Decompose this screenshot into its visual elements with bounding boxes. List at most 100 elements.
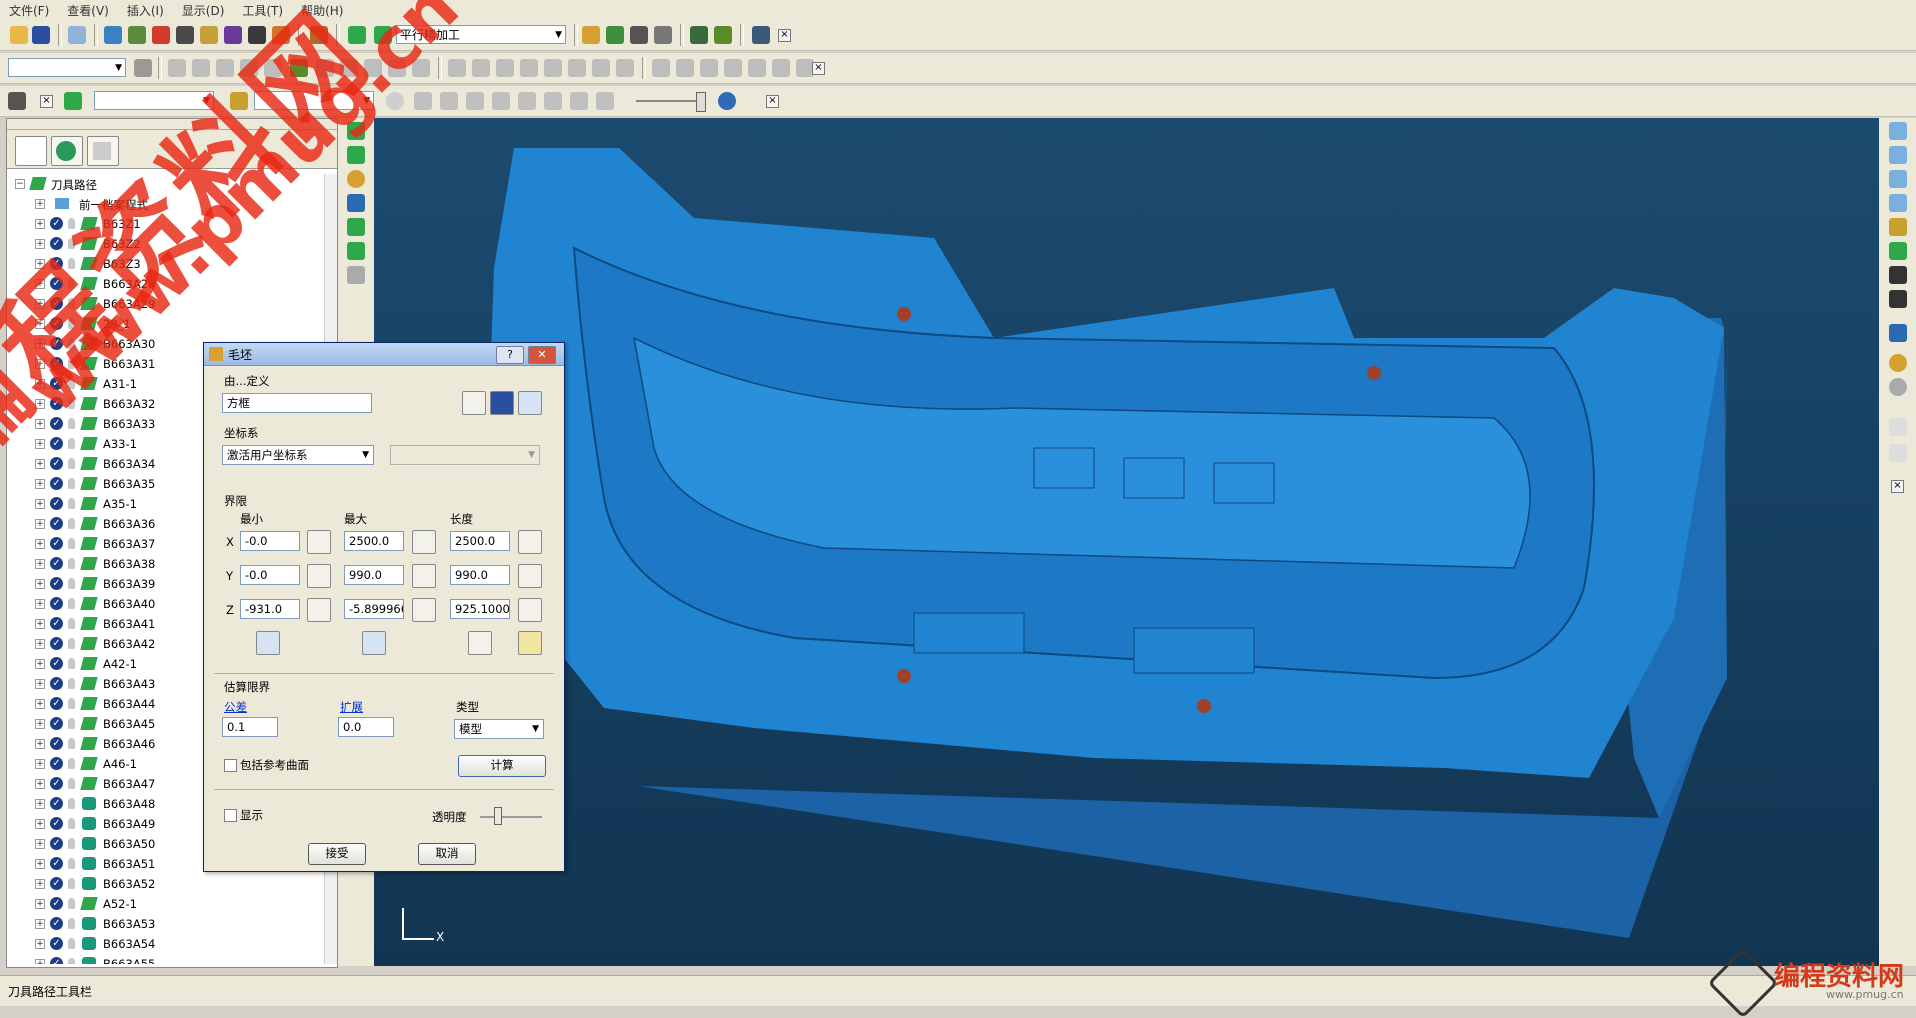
check-icon[interactable]: ✓	[50, 857, 63, 870]
bulb-icon[interactable]	[68, 818, 75, 829]
selection-icon-3[interactable]	[216, 59, 234, 77]
check-icon[interactable]: ✓	[50, 337, 63, 350]
expand-toggle[interactable]: +	[35, 839, 45, 849]
menu-display[interactable]: 显示(D)	[173, 2, 234, 19]
edit-icon-5[interactable]	[544, 59, 562, 77]
tree-item[interactable]: + ✓ B63Z3	[7, 254, 323, 274]
bulb-icon[interactable]	[68, 898, 75, 909]
bulb-icon[interactable]	[68, 558, 75, 569]
bulb-icon[interactable]	[68, 318, 75, 329]
go-end-icon[interactable]	[596, 92, 614, 110]
edit-icon-1[interactable]	[448, 59, 466, 77]
selection-icon-2[interactable]	[192, 59, 210, 77]
go-start-icon[interactable]	[570, 92, 588, 110]
lock-icon[interactable]	[518, 598, 542, 622]
menu-help[interactable]: 帮助(H)	[292, 2, 352, 19]
include-ref-checkbox[interactable]	[224, 759, 237, 772]
edit-icon-12[interactable]	[724, 59, 742, 77]
arrow-icon[interactable]	[347, 242, 365, 260]
check-icon[interactable]: ✓	[50, 297, 63, 310]
selection-icon-7[interactable]	[340, 59, 358, 77]
expand-toggle[interactable]: +	[35, 819, 45, 829]
tree-item[interactable]: + ✓ B63Z1	[7, 214, 323, 234]
view-iso-icon[interactable]	[1889, 122, 1907, 140]
edit-icon-6[interactable]	[568, 59, 586, 77]
block-view-icon[interactable]	[1889, 324, 1907, 342]
z-icon[interactable]	[347, 218, 365, 236]
expand-toggle[interactable]: +	[35, 799, 45, 809]
bulb-icon[interactable]	[68, 218, 75, 229]
check-icon[interactable]: ✓	[50, 417, 63, 430]
expand-toggle[interactable]: +	[35, 739, 45, 749]
gear-icon[interactable]	[347, 266, 365, 284]
expand-toggle[interactable]: +	[35, 879, 45, 889]
bulb-icon[interactable]	[68, 778, 75, 789]
bulb-icon[interactable]	[68, 418, 75, 429]
graphics-viewport[interactable]: X	[374, 118, 1879, 966]
lock-icon[interactable]	[412, 564, 436, 588]
check-icon[interactable]: ✓	[50, 697, 63, 710]
lock-icon[interactable]	[307, 530, 331, 554]
check-icon[interactable]: ✓	[50, 677, 63, 690]
bulb-icon[interactable]	[68, 678, 75, 689]
leads-links-icon[interactable]	[200, 26, 218, 44]
rapid-move-icon[interactable]	[152, 26, 170, 44]
bulb-icon[interactable]	[68, 918, 75, 929]
bulb-icon[interactable]	[68, 958, 75, 964]
bulb-icon[interactable]	[68, 518, 75, 529]
selection-icon-8[interactable]	[364, 59, 382, 77]
z-max-field[interactable]: -5.899966	[344, 599, 404, 619]
save-icon[interactable]	[32, 26, 50, 44]
bulb-icon[interactable]	[68, 438, 75, 449]
y-max-field[interactable]: 990.0	[344, 565, 404, 585]
expand-toggle[interactable]: +	[35, 419, 45, 429]
menu-view[interactable]: 查看(V)	[58, 2, 118, 19]
check-icon[interactable]: ✓	[50, 557, 63, 570]
wireframe-icon[interactable]	[1889, 378, 1907, 396]
cancel-button[interactable]: 取消	[418, 843, 476, 865]
bulb-icon[interactable]	[68, 238, 75, 249]
bulb-icon[interactable]	[68, 398, 75, 409]
calculate-button[interactable]: 计算	[458, 755, 546, 777]
view-front-icon[interactable]	[1889, 146, 1907, 164]
expand-toggle[interactable]: +	[35, 719, 45, 729]
transform-icon[interactable]	[714, 26, 732, 44]
binoculars-icon[interactable]	[752, 26, 770, 44]
selection-icon-6[interactable]	[316, 59, 334, 77]
check-icon[interactable]: ✓	[50, 457, 63, 470]
print-icon[interactable]	[68, 26, 86, 44]
edit-icon-9[interactable]	[652, 59, 670, 77]
close-toolbar-icon[interactable]: ×	[812, 62, 825, 75]
bulb-icon[interactable]	[68, 498, 75, 509]
expand-toggle[interactable]: +	[35, 639, 45, 649]
expand-toggle[interactable]: +	[35, 859, 45, 869]
check-icon[interactable]: ✓	[50, 657, 63, 670]
play-icon[interactable]	[414, 92, 432, 110]
expand-toggle[interactable]: +	[35, 299, 45, 309]
lock-icon[interactable]	[412, 598, 436, 622]
toolpath-icon[interactable]	[347, 122, 365, 140]
y-len-field[interactable]: 990.0	[450, 565, 510, 585]
close-button[interactable]: ✕	[528, 346, 556, 364]
levels-icon[interactable]	[272, 26, 290, 44]
save-icon[interactable]	[490, 391, 514, 415]
measure-icon[interactable]	[654, 26, 672, 44]
view-side-icon[interactable]	[1889, 194, 1907, 212]
x-min-field[interactable]: -0.0	[240, 531, 300, 551]
toolpath-strategy-icon[interactable]	[310, 26, 328, 44]
expand-toggle[interactable]: +	[35, 219, 45, 229]
edit-icon-3[interactable]	[496, 59, 514, 77]
edit-icon-14[interactable]	[772, 59, 790, 77]
bulb-icon[interactable]	[68, 598, 75, 609]
check-icon[interactable]: ✓	[50, 497, 63, 510]
sim-tool-select[interactable]: ▼	[254, 91, 374, 110]
list-icon[interactable]	[256, 631, 280, 655]
bulb-icon[interactable]	[68, 458, 75, 469]
clock-icon[interactable]	[718, 92, 736, 110]
bulb-icon[interactable]	[68, 538, 75, 549]
menu-file[interactable]: 文件(F)	[0, 2, 58, 19]
bulb-icon[interactable]	[68, 798, 75, 809]
accept-button[interactable]: 接受	[308, 843, 366, 865]
type-select[interactable]: 模型 ▼	[454, 719, 544, 739]
selection-icon-4[interactable]	[240, 59, 258, 77]
